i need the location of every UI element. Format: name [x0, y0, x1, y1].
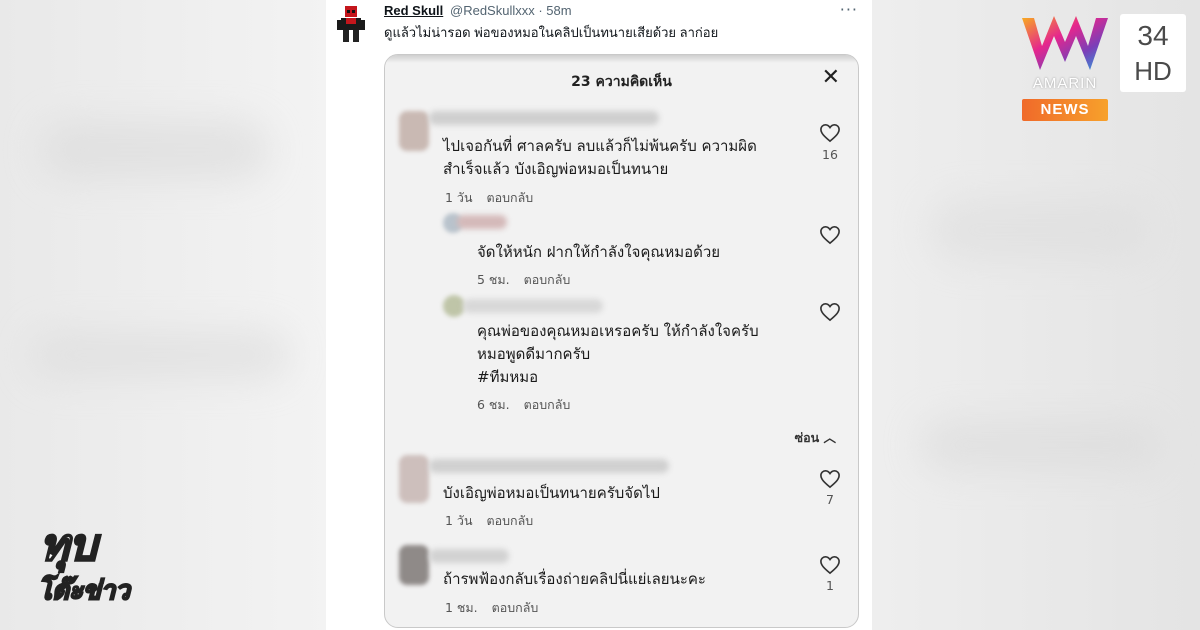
commenter-username-blurred: [429, 549, 509, 563]
comment-text: บังเอิญพ่อหมอเป็นทนายครับจัดไป: [443, 484, 660, 502]
show-logo-line2: โต๊ะข่าว: [37, 575, 131, 607]
commenter-avatar: [443, 295, 465, 317]
close-icon[interactable]: ✕: [822, 65, 840, 90]
commenter-username-blurred: [429, 459, 669, 473]
commenter-avatar: [399, 455, 429, 503]
reply-link[interactable]: ตอบกลับ: [492, 600, 539, 615]
tweet-handle-time[interactable]: @RedSkullxxx · 58m: [450, 3, 572, 18]
more-options-icon[interactable]: ···: [840, 0, 858, 19]
comment-text: จัดให้หนัก ฝากให้กำลังใจคุณหมอด้วย: [477, 243, 721, 261]
heart-icon[interactable]: [819, 302, 841, 322]
heart-icon[interactable]: [819, 123, 841, 143]
background-blur: [40, 120, 270, 180]
comment-time: 1 วัน: [445, 190, 473, 205]
heart-icon[interactable]: [819, 225, 841, 245]
tweet-text: ดูแล้วไม่น่ารอด พ่อของหมอในคลิปเป็นทนายเ…: [384, 25, 719, 40]
like-count: 16: [822, 147, 838, 162]
heart-icon[interactable]: [819, 469, 841, 489]
channel-badge: 34 HD: [1120, 14, 1186, 92]
comment-time: 6 ชม.: [477, 397, 510, 412]
hide-replies-toggle[interactable]: ซ่อน ︿: [795, 427, 836, 448]
commenter-avatar: [399, 545, 429, 585]
comment-text: ไปเจอกันที่ ศาลครับ ลบแล้วก็ไม่พ้นครับ ค…: [443, 137, 757, 178]
background-blur: [30, 330, 290, 380]
comment-time: 5 ชม.: [477, 272, 510, 287]
comment-meta: 6 ชม. ตอบกลับ: [477, 395, 570, 415]
red-skull-avatar[interactable]: [334, 4, 368, 44]
channel-number: 34: [1137, 20, 1169, 51]
reply-link[interactable]: ตอบกลับ: [524, 397, 571, 412]
comment-meta: 1 วัน ตอบกลับ: [445, 188, 533, 208]
commenter-username-blurred: [463, 299, 603, 313]
commenter-username-blurred: [457, 215, 507, 229]
like-count: 1: [826, 578, 834, 593]
comment-time: 1 วัน: [445, 513, 473, 528]
comment-meta: 1 วัน ตอบกลับ: [445, 511, 533, 531]
commenter-username-blurred: [429, 111, 659, 125]
reply-link[interactable]: ตอบกลับ: [487, 190, 534, 205]
heart-icon[interactable]: [819, 555, 841, 575]
comment-text: ถ้ารพฟ้องกลับเรื่องถ่ายคลิปนี่แย่เลยนะคะ: [443, 570, 706, 588]
comment-text: คุณพ่อของคุณหมอเหรอครับ ให้กำลังใจครับ ห…: [477, 322, 759, 386]
background-blur: [930, 200, 1150, 260]
channel-hd: HD: [1134, 56, 1172, 86]
amarin-wordmark: AMARIN: [1032, 75, 1098, 92]
comments-screenshot[interactable]: 23 ความคิดเห็น ✕ ไปเจอกันที่ ศาลครับ ลบแ…: [384, 54, 859, 628]
comment-meta: 1 ชม. ตอบกลับ: [445, 598, 538, 618]
reply-link[interactable]: ตอบกลับ: [524, 272, 571, 287]
news-badge: NEWS: [1022, 99, 1108, 121]
background-blur: [920, 420, 1160, 470]
reply-link[interactable]: ตอบกลับ: [487, 513, 534, 528]
tweet-display-name[interactable]: Red Skull: [384, 3, 443, 18]
like-count: 7: [826, 492, 834, 507]
commenter-avatar: [399, 111, 429, 151]
comments-title: 23 ความคิดเห็น: [571, 74, 672, 90]
comment-meta: 5 ชม. ตอบกลับ: [477, 270, 570, 290]
card-top-edge: [385, 55, 858, 63]
comment-time: 1 ชม.: [445, 600, 478, 615]
